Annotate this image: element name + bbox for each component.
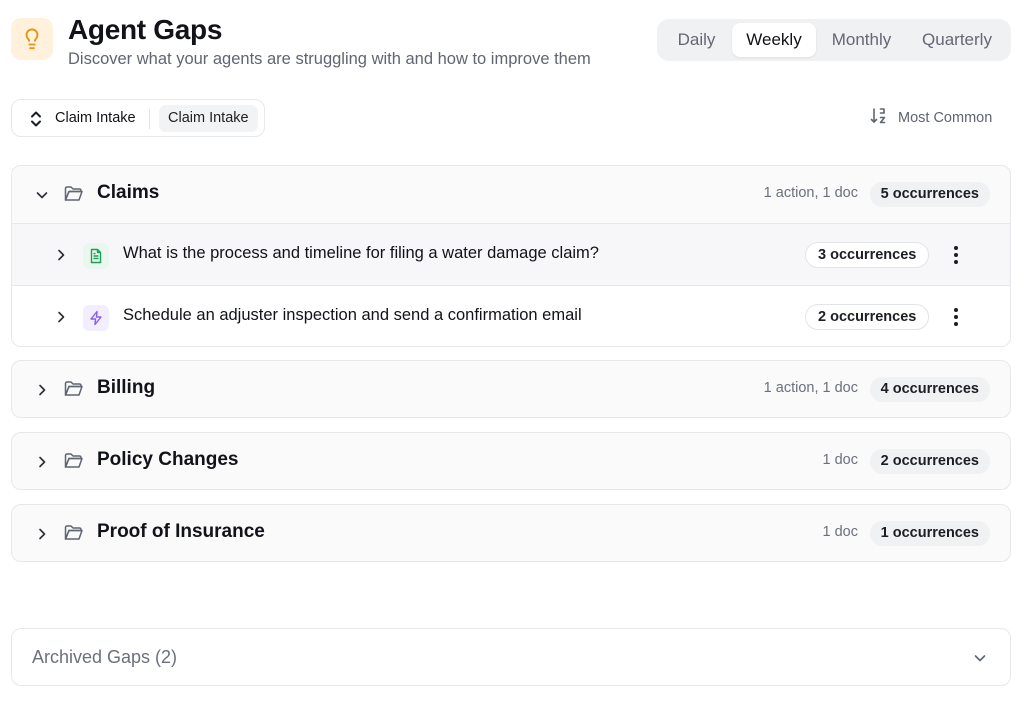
agent-selector[interactable]: Claim Intake Claim Intake [11, 99, 265, 137]
group-header[interactable]: Billing 1 action, 1 doc 4 occurrences [12, 361, 1010, 417]
group-meta: 1 action, 1 doc [763, 185, 858, 201]
selector-divider [149, 109, 150, 129]
sort-icon [870, 107, 888, 130]
occurrence-badge: 5 occurrences [869, 182, 990, 207]
chevron-right-icon[interactable] [53, 309, 69, 330]
agent-selector-label: Claim Intake [55, 110, 136, 126]
chevron-down-icon[interactable] [34, 187, 50, 208]
gap-item-text: What is the process and timeline for fil… [123, 244, 599, 262]
chevron-down-icon[interactable] [972, 650, 988, 671]
group-meta: 1 doc [822, 452, 858, 468]
document-icon [83, 243, 109, 269]
group-proof-of-insurance: Proof of Insurance 1 doc 1 occurrences [11, 504, 1011, 562]
group-name: Claims [97, 182, 160, 203]
agent-selector-chip: Claim Intake [159, 105, 258, 132]
group-name: Policy Changes [97, 449, 239, 470]
more-options-icon[interactable] [946, 244, 966, 266]
group-name: Billing [97, 377, 156, 398]
group-billing: Billing 1 action, 1 doc 4 occurrences [11, 360, 1011, 418]
occurrence-badge: 2 occurrences [805, 304, 930, 330]
page-title: Agent Gaps [68, 14, 223, 45]
period-daily-button[interactable]: Daily [661, 23, 732, 57]
period-monthly-button[interactable]: Monthly [816, 23, 907, 57]
folder-icon [64, 524, 84, 547]
occurrence-badge: 2 occurrences [869, 449, 990, 474]
chevron-right-icon[interactable] [34, 526, 50, 547]
folder-icon [64, 452, 84, 475]
more-options-icon[interactable] [946, 306, 966, 328]
folder-icon [64, 185, 84, 208]
period-weekly-button[interactable]: Weekly [732, 23, 816, 57]
archived-gaps-panel[interactable]: Archived Gaps (2) [11, 628, 1011, 686]
group-meta: 1 action, 1 doc [763, 380, 858, 396]
period-selector: Daily Weekly Monthly Quarterly [657, 19, 1011, 61]
sort-button[interactable]: Most Common [870, 107, 993, 130]
lightbulb-icon [11, 18, 53, 60]
group-header[interactable]: Proof of Insurance 1 doc 1 occurrences [12, 505, 1010, 561]
group-header[interactable]: Claims 1 action, 1 doc 5 occurrences [12, 166, 1010, 223]
occurrence-badge: 3 occurrences [805, 242, 930, 268]
page-subtitle: Discover what your agents are struggling… [68, 50, 591, 68]
gap-item[interactable]: What is the process and timeline for fil… [12, 223, 1010, 285]
folder-icon [64, 380, 84, 403]
period-quarterly-button[interactable]: Quarterly [907, 23, 1007, 57]
lightning-icon [83, 305, 109, 331]
chevron-right-icon[interactable] [53, 247, 69, 268]
group-header[interactable]: Policy Changes 1 doc 2 occurrences [12, 433, 1010, 489]
chevron-up-down-icon [29, 110, 43, 133]
chevron-right-icon[interactable] [34, 382, 50, 403]
sort-label: Most Common [898, 110, 993, 126]
gap-item-text: Schedule an adjuster inspection and send… [123, 306, 582, 324]
group-policy-changes: Policy Changes 1 doc 2 occurrences [11, 432, 1011, 490]
group-meta: 1 doc [822, 524, 858, 540]
group-name: Proof of Insurance [97, 521, 265, 542]
occurrence-badge: 4 occurrences [869, 377, 990, 402]
occurrence-badge: 1 occurrences [869, 521, 990, 546]
archived-gaps-label: Archived Gaps (2) [32, 647, 178, 667]
group-claims: Claims 1 action, 1 doc 5 occurrences Wha… [11, 165, 1011, 347]
chevron-right-icon[interactable] [34, 454, 50, 475]
gap-item[interactable]: Schedule an adjuster inspection and send… [12, 285, 1010, 346]
